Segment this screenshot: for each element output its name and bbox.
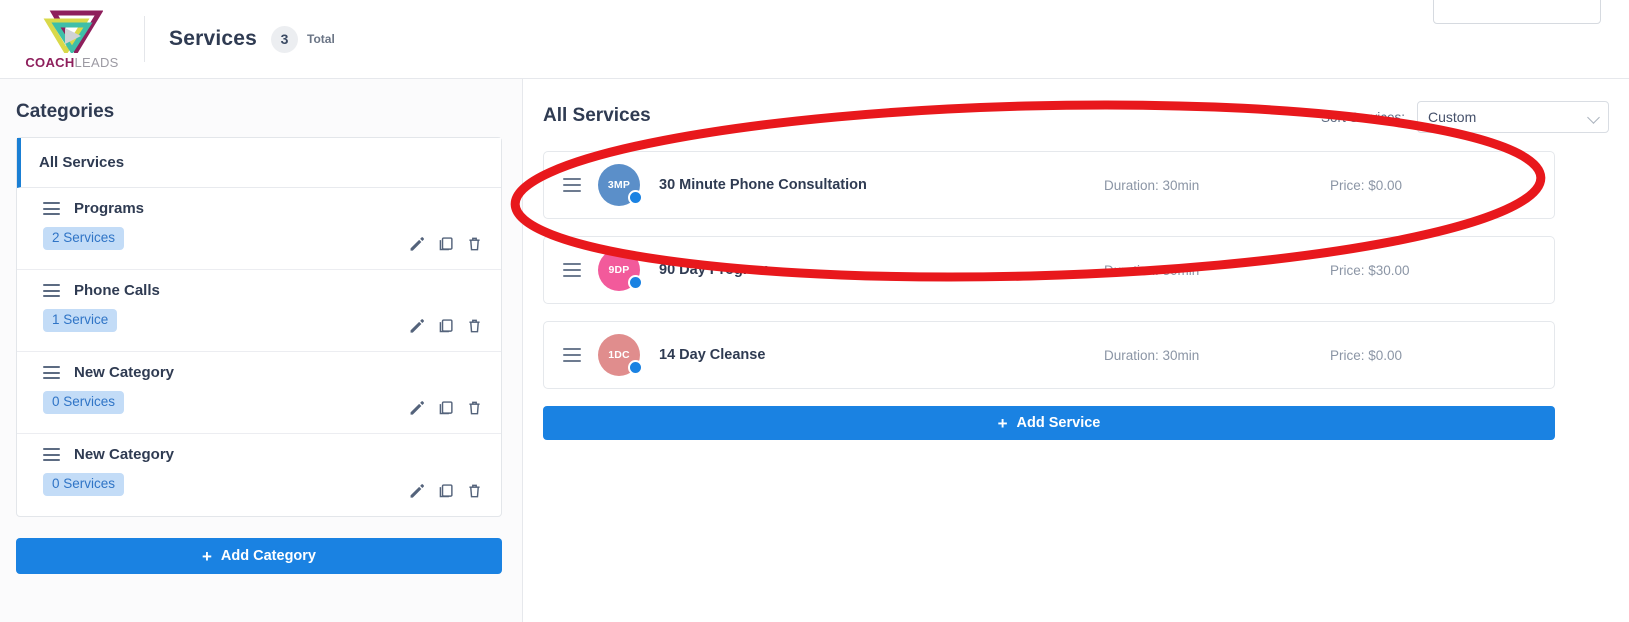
- sort-services-value: Custom: [1428, 109, 1477, 125]
- category-count-badge: 0 Services: [43, 473, 125, 496]
- category-actions: [408, 482, 483, 500]
- drag-handle-icon[interactable]: [563, 348, 581, 362]
- top-header-bar: COACHLEADS Services 3 Total: [0, 0, 1629, 79]
- sort-services-label: Sort Services:: [1320, 109, 1405, 125]
- duplicate-copy-icon[interactable]: [437, 399, 454, 417]
- category-name: Phone Calls: [74, 282, 160, 299]
- status-dot-icon: [628, 360, 643, 375]
- add-category-button[interactable]: + Add Category: [16, 538, 502, 574]
- duplicate-copy-icon[interactable]: [437, 317, 454, 335]
- service-price: Price: $0.00: [1330, 177, 1403, 193]
- service-row[interactable]: 3MP 30 Minute Phone Consultation Duratio…: [543, 151, 1555, 219]
- plus-icon: +: [997, 413, 1008, 433]
- edit-pencil-icon[interactable]: [408, 399, 425, 417]
- logo-text-coach: COACH: [25, 54, 75, 70]
- category-count-badge: 1 Service: [43, 309, 118, 332]
- add-service-button[interactable]: + Add Service: [543, 406, 1555, 440]
- delete-trash-icon[interactable]: [466, 399, 483, 417]
- drag-handle-icon[interactable]: [43, 448, 60, 461]
- avatar: 1DC: [598, 334, 643, 376]
- drag-handle-icon[interactable]: [43, 202, 60, 215]
- services-count-label: Total: [307, 32, 335, 46]
- delete-trash-icon[interactable]: [466, 482, 483, 500]
- service-duration: Duration: 30min: [1104, 262, 1200, 278]
- category-actions: [408, 399, 483, 417]
- category-name: New Category: [74, 446, 175, 463]
- category-row[interactable]: Phone Calls 1 Service: [17, 270, 501, 352]
- sort-services-control: Sort Services: Custom: [1321, 101, 1609, 133]
- services-count-badge: 3: [271, 25, 299, 53]
- chevron-down-icon: [1587, 111, 1600, 124]
- avatar: 3MP: [598, 164, 643, 206]
- category-name: New Category: [74, 364, 175, 381]
- delete-trash-icon[interactable]: [466, 235, 483, 253]
- services-page: COACHLEADS Services 3 Total Categories A…: [0, 0, 1629, 622]
- duplicate-copy-icon[interactable]: [437, 235, 454, 253]
- plus-icon: +: [201, 546, 212, 566]
- services-panel-title: All Services: [543, 105, 651, 126]
- category-row[interactable]: New Category 0 Services: [17, 352, 501, 434]
- category-header: Phone Calls: [17, 282, 501, 299]
- service-duration: Duration: 30min: [1104, 177, 1200, 193]
- logo-text-leads: LEADS: [74, 54, 119, 70]
- service-row[interactable]: 1DC 14 Day Cleanse Duration: 30min Price…: [543, 321, 1555, 389]
- edit-pencil-icon[interactable]: [408, 235, 425, 253]
- sort-services-select[interactable]: Custom: [1417, 101, 1609, 133]
- edit-pencil-icon[interactable]: [408, 482, 425, 500]
- add-service-label: Add Service: [1016, 415, 1101, 431]
- header-divider: [144, 16, 145, 62]
- services-panel-header: All Services Sort Services: Custom: [543, 99, 1609, 133]
- categories-list: All Services Programs 2 Services Phone C…: [16, 137, 502, 517]
- service-name: 30 Minute Phone Consultation: [659, 177, 867, 193]
- categories-title: Categories: [16, 101, 115, 122]
- category-header: New Category: [17, 364, 501, 381]
- all-services-label: All Services: [39, 154, 125, 171]
- status-dot-icon: [628, 275, 643, 290]
- top-right-panel[interactable]: [1433, 0, 1601, 24]
- service-duration: Duration: 30min: [1104, 347, 1200, 363]
- logo-wordmark: COACHLEADS: [25, 55, 118, 70]
- category-name: Programs: [74, 200, 145, 217]
- add-category-label: Add Category: [220, 548, 316, 564]
- delete-trash-icon[interactable]: [466, 317, 483, 335]
- page-title: Services: [169, 27, 258, 50]
- services-panel: All Services Sort Services: Custom 3MP 3…: [523, 79, 1629, 622]
- service-name: 14 Day Cleanse: [659, 347, 766, 363]
- sidebar-item-all-services[interactable]: All Services: [17, 138, 501, 188]
- service-price: Price: $30.00: [1330, 262, 1410, 278]
- avatar: 9DP: [598, 249, 643, 291]
- logo-triangle-icon: [43, 10, 103, 53]
- category-row[interactable]: Programs 2 Services: [17, 188, 501, 270]
- category-actions: [408, 317, 483, 335]
- page-title-group: Services 3 Total: [169, 25, 335, 53]
- category-count-badge: 0 Services: [43, 391, 125, 414]
- drag-handle-icon[interactable]: [43, 284, 60, 297]
- coachleads-logo[interactable]: COACHLEADS: [12, 9, 132, 70]
- category-actions: [408, 235, 483, 253]
- service-row[interactable]: 9DP 90 Day Program Duration: 30min Price…: [543, 236, 1555, 304]
- category-count-badge: 2 Services: [43, 227, 125, 250]
- duplicate-copy-icon[interactable]: [437, 482, 454, 500]
- services-list: 3MP 30 Minute Phone Consultation Duratio…: [543, 151, 1555, 440]
- categories-sidebar: Categories All Services Programs 2 Servi…: [0, 79, 523, 622]
- category-header: Programs: [17, 200, 501, 217]
- edit-pencil-icon[interactable]: [408, 317, 425, 335]
- category-header: New Category: [17, 446, 501, 463]
- page-body: Categories All Services Programs 2 Servi…: [0, 79, 1629, 622]
- drag-handle-icon[interactable]: [563, 178, 581, 192]
- drag-handle-icon[interactable]: [563, 263, 581, 277]
- drag-handle-icon[interactable]: [43, 366, 60, 379]
- service-price: Price: $0.00: [1330, 347, 1403, 363]
- category-row[interactable]: New Category 0 Services: [17, 434, 501, 516]
- status-dot-icon: [628, 190, 643, 205]
- service-name: 90 Day Program: [659, 262, 770, 278]
